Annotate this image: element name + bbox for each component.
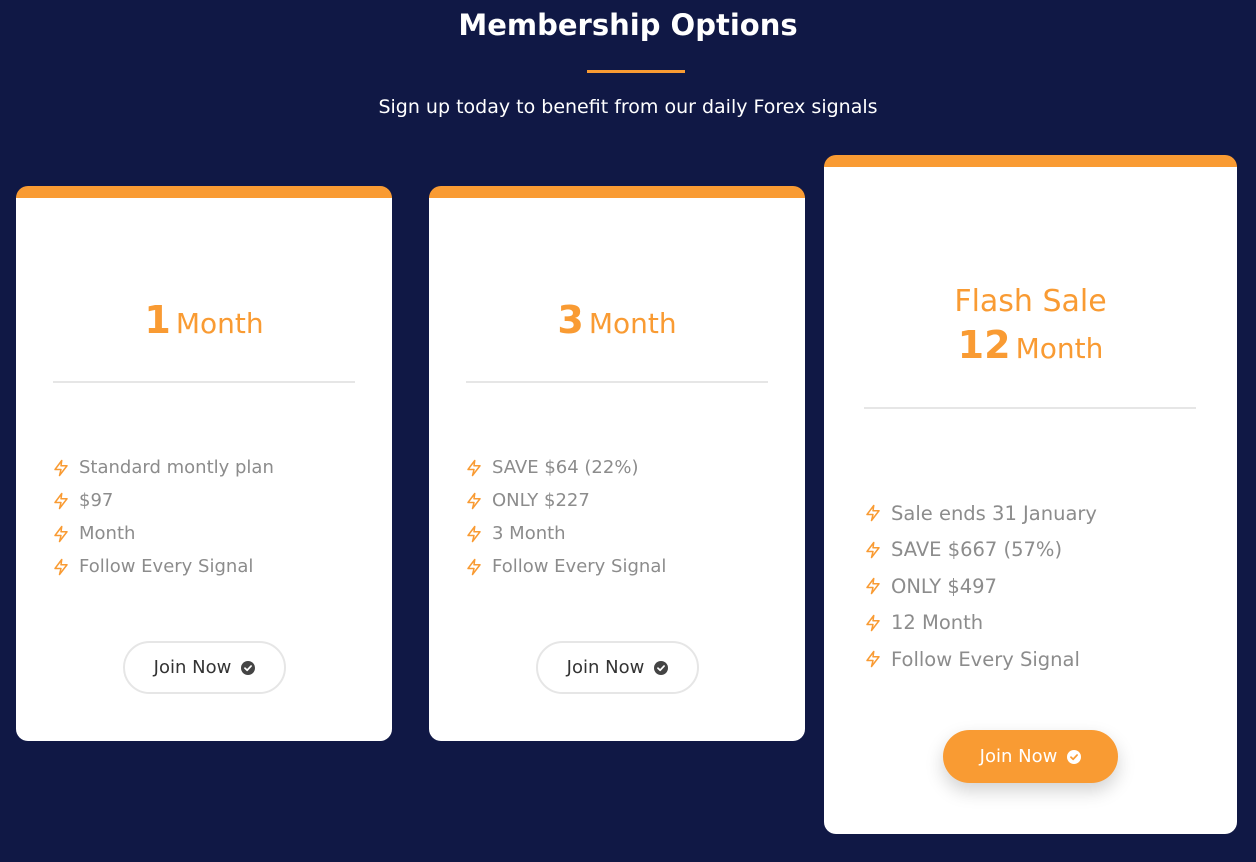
lightning-bolt-icon	[866, 578, 880, 595]
check-circle-icon	[654, 660, 669, 675]
lightning-bolt-icon	[54, 492, 68, 509]
plan-divider	[864, 407, 1196, 409]
join-now-button[interactable]: Join Now	[943, 730, 1118, 783]
feature-text: SAVE $667 (57%)	[891, 538, 1063, 562]
check-circle-icon	[241, 660, 256, 675]
feature-item: $97	[52, 484, 274, 517]
duration-unit: Month	[588, 307, 677, 340]
lightning-bolt-icon	[54, 525, 68, 542]
lightning-bolt-icon	[467, 558, 481, 575]
feature-text: ONLY $227	[492, 490, 590, 511]
lightning-bolt-icon	[866, 651, 880, 668]
feature-list: Sale ends 31 January SAVE $667 (57%) ONL…	[864, 495, 1097, 678]
duration-unit: Month	[175, 307, 264, 340]
feature-text: $97	[79, 490, 114, 511]
page-title: Membership Options	[458, 8, 798, 42]
lightning-bolt-icon	[866, 614, 880, 631]
feature-text: Sale ends 31 January	[891, 501, 1097, 525]
feature-item: Follow Every Signal	[465, 550, 666, 583]
join-now-label: Join Now	[566, 657, 645, 678]
plan-heading: 1 Month	[16, 296, 392, 352]
plan-divider	[466, 381, 768, 383]
feature-item: SAVE $667 (57%)	[864, 532, 1097, 569]
feature-text: 3 Month	[492, 523, 566, 544]
lightning-bolt-icon	[866, 505, 880, 522]
pricing-card-1-month: 1 Month Standard montly plan $97 Month F…	[16, 186, 392, 741]
lightning-bolt-icon	[54, 558, 68, 575]
plan-duration: 1 Month	[16, 296, 392, 352]
lightning-bolt-icon	[54, 459, 68, 476]
feature-item: ONLY $227	[465, 484, 666, 517]
feature-item: 12 Month	[864, 605, 1097, 642]
plan-heading: 3 Month	[429, 296, 805, 352]
plan-heading: Flash Sale 12 Month	[824, 283, 1237, 377]
join-now-button[interactable]: Join Now	[536, 641, 699, 694]
feature-list: Standard montly plan $97 Month Follow Ev…	[52, 451, 274, 583]
duration-unit: Month	[1015, 332, 1104, 365]
duration-number: 12	[957, 323, 1011, 367]
feature-text: Standard montly plan	[79, 457, 274, 478]
lightning-bolt-icon	[467, 492, 481, 509]
feature-text: Follow Every Signal	[79, 556, 254, 577]
join-now-label: Join Now	[153, 657, 232, 678]
duration-number: 3	[557, 298, 584, 342]
check-circle-icon	[1067, 749, 1082, 764]
feature-list: SAVE $64 (22%) ONLY $227 3 Month Follow …	[465, 451, 666, 583]
lightning-bolt-icon	[866, 541, 880, 558]
feature-text: ONLY $497	[891, 574, 997, 598]
feature-text: Follow Every Signal	[891, 647, 1080, 671]
feature-item: SAVE $64 (22%)	[465, 451, 666, 484]
pricing-card-12-month: Flash Sale 12 Month Sale ends 31 January…	[824, 155, 1237, 834]
page-subtitle: Sign up today to benefit from our daily …	[378, 96, 878, 118]
feature-item: Follow Every Signal	[864, 641, 1097, 678]
duration-number: 1	[144, 298, 171, 342]
plan-duration: 12 Month	[824, 321, 1237, 377]
pricing-card-3-month: 3 Month SAVE $64 (22%) ONLY $227 3 Month…	[429, 186, 805, 741]
lightning-bolt-icon	[467, 459, 481, 476]
feature-item: Sale ends 31 January	[864, 495, 1097, 532]
join-now-label: Join Now	[979, 746, 1058, 767]
plan-divider	[53, 381, 355, 383]
feature-item: Standard montly plan	[52, 451, 274, 484]
title-underline	[587, 70, 685, 73]
feature-text: 12 Month	[891, 611, 984, 635]
feature-item: ONLY $497	[864, 568, 1097, 605]
feature-text: Month	[79, 523, 136, 544]
lightning-bolt-icon	[467, 525, 481, 542]
feature-text: Follow Every Signal	[492, 556, 667, 577]
feature-text: SAVE $64 (22%)	[492, 457, 639, 478]
feature-item: Month	[52, 517, 274, 550]
feature-item: Follow Every Signal	[52, 550, 274, 583]
join-now-button[interactable]: Join Now	[123, 641, 286, 694]
feature-item: 3 Month	[465, 517, 666, 550]
plan-duration: 3 Month	[429, 296, 805, 352]
flash-sale-label: Flash Sale	[954, 284, 1107, 319]
